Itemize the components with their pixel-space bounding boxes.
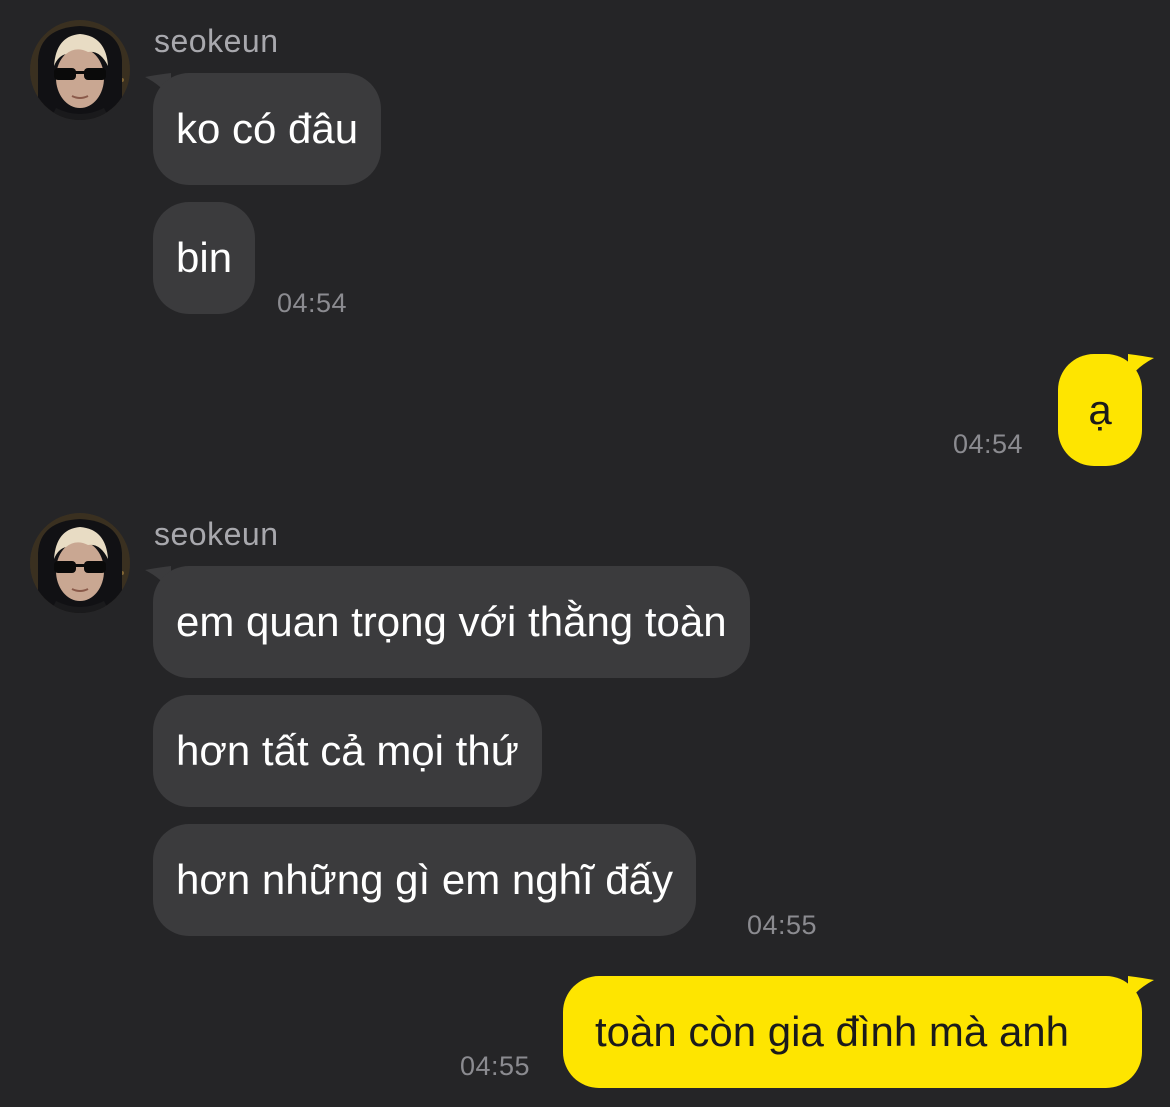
message-bubble[interactable]: bin xyxy=(153,202,256,314)
message-timestamp: 04:54 xyxy=(953,429,1024,459)
sender-avatar[interactable] xyxy=(30,513,130,613)
message-bubble[interactable]: hơn những gì em nghĩ đấy xyxy=(153,824,696,936)
sender-name: seokeun xyxy=(154,23,279,59)
message-bubble[interactable]: toàn còn gia đình mà anh xyxy=(563,976,1142,1088)
message-bubble[interactable]: ko có đâu xyxy=(153,73,382,185)
bubble-tail xyxy=(1128,976,1154,1002)
chat-thread[interactable]: seokeun ko có đâu bin 04:54 04:54 ạ seok… xyxy=(0,0,1170,1107)
message-timestamp: 04:55 xyxy=(747,910,818,940)
message-bubble[interactable]: em quan trọng với thằng toàn xyxy=(153,566,750,678)
sender-name: seokeun xyxy=(154,516,279,552)
avatar-photo-icon xyxy=(30,513,130,613)
message-timestamp: 04:55 xyxy=(460,1051,531,1081)
sender-avatar[interactable] xyxy=(30,20,130,120)
bubble-tail xyxy=(1128,354,1154,380)
message-timestamp: 04:54 xyxy=(277,288,348,318)
avatar-photo-icon xyxy=(30,20,130,120)
message-bubble[interactable]: hơn tất cả mọi thứ xyxy=(153,695,542,807)
